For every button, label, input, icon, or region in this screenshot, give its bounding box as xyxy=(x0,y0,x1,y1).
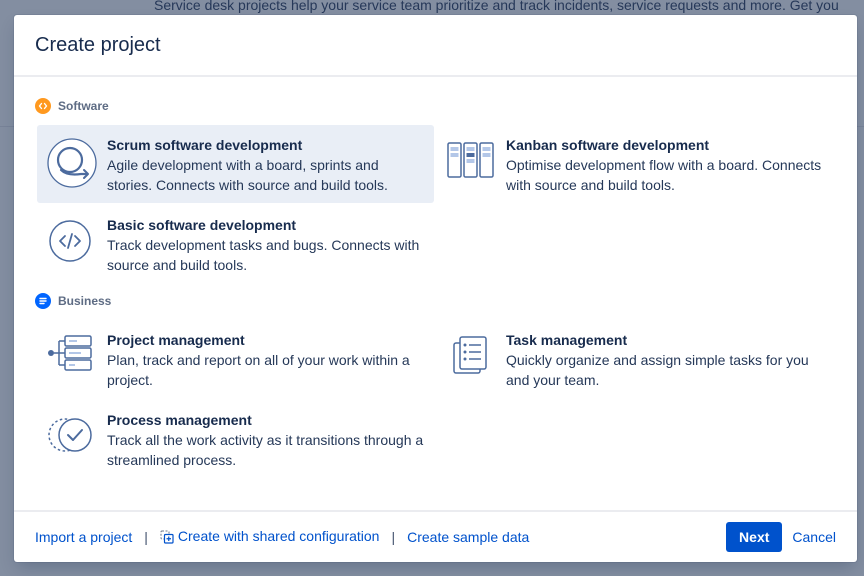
template-project-management[interactable]: Project management Plan, track and repor… xyxy=(37,320,434,398)
task-list-icon xyxy=(446,333,496,383)
template-kanban-description: Optimise development flow with a board. … xyxy=(506,157,822,193)
template-process-management-description: Track all the work activity as it transi… xyxy=(107,432,424,468)
project-tree-icon xyxy=(47,333,97,383)
template-process-management[interactable]: Process management Track all the work ac… xyxy=(37,400,434,478)
dialog-body: Software Scrum software development Agil… xyxy=(14,77,857,508)
shared-config-icon xyxy=(160,530,174,547)
template-basic[interactable]: Basic software development Track develop… xyxy=(37,205,434,283)
shared-configuration-label: Create with shared configuration xyxy=(177,527,380,544)
scrum-cycle-icon xyxy=(47,138,97,188)
template-scrum-title: Scrum software development xyxy=(107,137,303,153)
dialog-header: Create project xyxy=(14,15,857,77)
section-business: Business xyxy=(35,293,111,309)
template-basic-description: Track development tasks and bugs. Connec… xyxy=(107,237,420,273)
next-button[interactable]: Next xyxy=(726,522,783,552)
code-circle-icon xyxy=(47,218,97,268)
dialog-title: Create project xyxy=(35,33,161,56)
template-task-management-title: Task management xyxy=(506,332,628,348)
template-kanban[interactable]: Kanban software development Optimise dev… xyxy=(436,125,833,203)
footer-separator-2: | xyxy=(391,529,396,545)
create-sample-data-link[interactable]: Create sample data xyxy=(407,529,529,545)
kanban-board-icon xyxy=(446,138,496,188)
shared-configuration-link[interactable]: Create with shared configuration xyxy=(160,527,380,547)
dialog-footer: Import a project | Create with shared co… xyxy=(14,510,857,562)
process-check-icon xyxy=(47,413,97,463)
template-project-management-description: Plan, track and report on all of your wo… xyxy=(107,352,410,388)
import-project-link[interactable]: Import a project xyxy=(35,529,132,545)
template-task-management[interactable]: Task management Quickly organize and ass… xyxy=(436,320,833,398)
list-lines-icon xyxy=(35,293,51,309)
template-process-management-title: Process management xyxy=(107,412,252,428)
template-kanban-title: Kanban software development xyxy=(506,137,710,153)
section-business-label: Business xyxy=(58,294,112,308)
template-scrum[interactable]: Scrum software development Agile develop… xyxy=(37,125,434,203)
template-task-management-description: Quickly organize and assign simple tasks… xyxy=(506,352,809,388)
section-software-label: Software xyxy=(58,99,109,113)
code-brackets-icon xyxy=(35,98,51,114)
section-software: Software xyxy=(35,98,109,114)
cancel-button[interactable]: Cancel xyxy=(792,529,836,545)
template-basic-title: Basic software development xyxy=(107,217,297,233)
template-project-management-title: Project management xyxy=(107,332,245,348)
create-project-dialog: Create project Software Scrum software d… xyxy=(14,15,857,562)
footer-separator: | xyxy=(144,529,148,545)
template-scrum-description: Agile development with a board, sprints … xyxy=(107,157,388,193)
